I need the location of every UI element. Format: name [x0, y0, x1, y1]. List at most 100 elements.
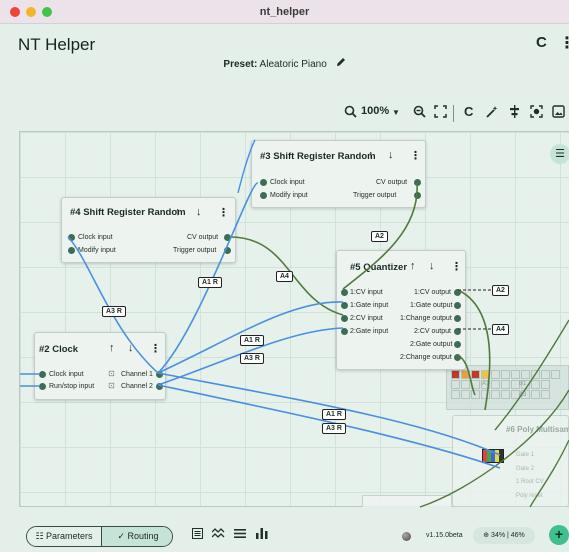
zoom-level[interactable]: 100% — [361, 105, 389, 117]
move-down-icon[interactable]: ↓ — [128, 342, 134, 354]
port-label: Run/stop input — [49, 383, 95, 390]
routing-tab[interactable]: ✓ Routing — [101, 527, 172, 546]
wire-label-a3r[interactable]: A3 R — [102, 306, 126, 317]
wire-label-a2[interactable]: A2 — [492, 285, 509, 296]
mini-label-a1: A1 — [482, 381, 490, 387]
mini-cell — [541, 390, 550, 399]
mini-cell — [541, 380, 550, 389]
input-port-dot[interactable] — [341, 328, 348, 335]
auto-layout-wand-icon[interactable] — [485, 105, 499, 122]
output-port-dot[interactable] — [454, 341, 461, 348]
center-focus-icon[interactable] — [530, 105, 543, 121]
output-port-dot[interactable] — [224, 247, 231, 254]
node-menu-icon[interactable]: ⋮ — [451, 260, 462, 273]
clock-output-toggle-icon[interactable]: ⊡ — [108, 370, 115, 378]
output-port-dot[interactable] — [224, 234, 231, 241]
partial-node-bottom[interactable] — [362, 495, 452, 507]
port-label: 1:Change output — [400, 315, 452, 322]
output-port-dot[interactable] — [414, 179, 421, 186]
refresh-icon[interactable]: C — [536, 34, 547, 51]
menu-lines-icon[interactable] — [234, 528, 246, 542]
output-port-dot[interactable] — [454, 328, 461, 335]
routing-tab-label: Routing — [127, 531, 159, 541]
port-label: 1:CV output — [414, 289, 451, 296]
node-clock-2[interactable]: #2 Clock ↑ ↓ ⋮ Clock input Run/stop inpu… — [34, 332, 166, 400]
preset-label: Preset: — [223, 59, 258, 70]
list-view-icon[interactable]: ☰ — [550, 144, 569, 164]
output-port-dot[interactable] — [454, 289, 461, 296]
input-port-dot[interactable] — [341, 315, 348, 322]
parameters-tab[interactable]: ☷ Parameters — [27, 527, 101, 546]
port-label: Modify input — [78, 247, 116, 254]
waveform-icon[interactable] — [211, 528, 225, 542]
list-icon[interactable] — [192, 528, 203, 542]
port-label: CV output — [376, 179, 408, 186]
mini-cell — [501, 390, 510, 399]
output-port-dot[interactable] — [454, 354, 461, 361]
mini-map[interactable]: A1 B1 A3 — [446, 365, 569, 410]
mini-cell — [451, 370, 460, 379]
bar-chart-icon[interactable] — [256, 528, 268, 542]
screenshot-image-icon[interactable] — [552, 105, 565, 121]
wire-label-a2[interactable]: A2 — [371, 231, 388, 242]
port-label: Modify input — [270, 192, 308, 199]
wire-label-a1r[interactable]: A1 R — [240, 335, 264, 346]
zoom-out-icon[interactable] — [413, 105, 426, 121]
wire-label-a3r[interactable]: A3 R — [322, 423, 346, 434]
mini-cell — [501, 370, 510, 379]
output-port-dot[interactable] — [156, 383, 163, 390]
node-menu-icon[interactable]: ⋮ — [410, 149, 421, 162]
move-down-icon[interactable]: ↓ — [388, 149, 394, 161]
move-up-icon[interactable]: ↑ — [368, 149, 374, 161]
mini-cell — [471, 390, 480, 399]
node-menu-icon[interactable]: ⋮ — [218, 206, 229, 219]
mini-cell — [531, 390, 540, 399]
wire-label-a3r[interactable]: A3 R — [240, 353, 264, 364]
mini-cell — [461, 390, 470, 399]
move-up-icon[interactable]: ↑ — [410, 260, 416, 272]
node-shift-register-3[interactable]: #3 Shift Register Random ↑ ↓ ⋮ Clock inp… — [251, 140, 426, 208]
input-port-dot[interactable] — [260, 192, 267, 199]
node-quantizer-5[interactable]: #5 Quantizer ↑ ↓ ⋮ 1:CV input 1:Gate inp… — [336, 250, 466, 370]
input-port-dot[interactable] — [341, 302, 348, 309]
zoom-dropdown-chevron-icon[interactable]: ▼ — [392, 108, 400, 117]
port-label: CV output — [187, 234, 219, 241]
move-down-icon[interactable]: ↓ — [196, 206, 202, 218]
input-port-dot[interactable] — [260, 179, 267, 186]
move-up-icon[interactable]: ↑ — [175, 206, 181, 218]
node-title: #2 Clock — [39, 344, 79, 355]
cpu-icon: ⊕ — [483, 532, 490, 539]
wire-label-a1r[interactable]: A1 R — [322, 409, 346, 420]
align-icon[interactable] — [508, 105, 521, 121]
move-up-icon[interactable]: ↑ — [109, 342, 115, 354]
input-port-dot[interactable] — [341, 289, 348, 296]
wire-label-a1r[interactable]: A1 R — [198, 277, 222, 288]
output-port-dot[interactable] — [454, 315, 461, 322]
add-algorithm-button[interactable]: + — [549, 525, 569, 545]
edit-preset-icon[interactable] — [336, 57, 346, 70]
node-title: #4 Shift Register Random — [70, 207, 186, 218]
mini-cell — [551, 370, 560, 379]
node-shift-register-4[interactable]: #4 Shift Register Random ↑ ↓ ⋮ Clock inp… — [61, 197, 236, 263]
input-port-dot[interactable] — [68, 234, 75, 241]
output-port-dot[interactable] — [414, 192, 421, 199]
wire-label-a4[interactable]: A4 — [276, 271, 293, 282]
wire-label-a4[interactable]: A4 — [492, 324, 509, 335]
zoom-icon[interactable] — [344, 105, 357, 121]
input-port-dot[interactable] — [39, 383, 46, 390]
tune-icon: ☷ — [35, 531, 44, 541]
preset-row: Preset: Aleatoric Piano — [0, 57, 569, 70]
mini-cell — [481, 370, 490, 379]
move-down-icon[interactable]: ↓ — [429, 260, 435, 272]
window-titlebar: nt_helper — [0, 0, 569, 24]
input-port-dot[interactable] — [39, 371, 46, 378]
output-port-dot[interactable] — [454, 302, 461, 309]
output-port-dot[interactable] — [156, 371, 163, 378]
more-vert-icon[interactable]: ⋮ — [559, 33, 569, 53]
mini-cell — [471, 370, 480, 379]
clock-output-toggle-icon[interactable]: ⊡ — [108, 382, 115, 390]
node-menu-icon[interactable]: ⋮ — [150, 342, 161, 355]
fit-screen-icon[interactable] — [434, 105, 447, 121]
input-port-dot[interactable] — [68, 247, 75, 254]
refresh-canvas-icon[interactable]: C — [464, 104, 473, 119]
